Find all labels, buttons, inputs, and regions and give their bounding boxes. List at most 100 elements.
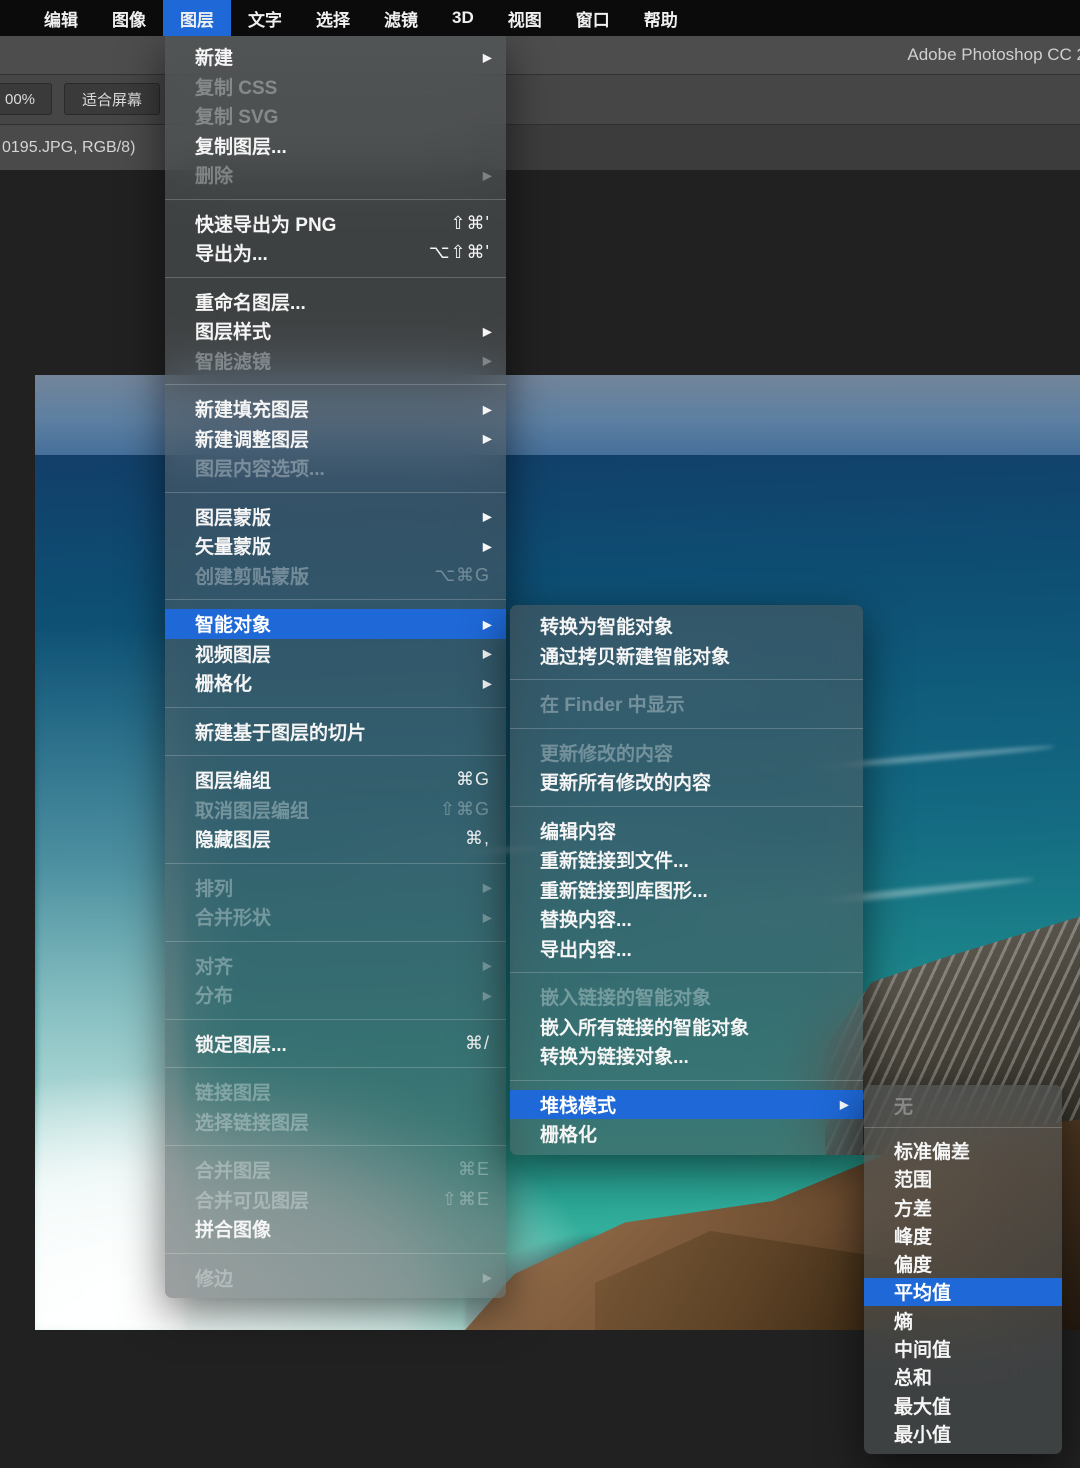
menu-item-update-all-modified-content[interactable]: 更新所有修改的内容: [510, 767, 863, 797]
menu-item-convert-to-smart-object[interactable]: 转换为智能对象: [510, 611, 863, 641]
menubar-item-layer[interactable]: 图层: [163, 0, 231, 36]
menubar-item-edit[interactable]: 编辑: [27, 0, 95, 36]
menu-item-convert-to-linked[interactable]: 转换为链接对象...: [510, 1041, 863, 1071]
menu-item-new-layer-based-slice[interactable]: 新建基于图层的切片: [165, 717, 506, 747]
menu-item-create-clipping-mask: 创建剪贴蒙版⌥⌘G: [165, 561, 506, 591]
menu-item-entropy[interactable]: 熵: [864, 1306, 1062, 1334]
menu-item-video-layers[interactable]: 视频图层▶: [165, 639, 506, 669]
submenu-arrow-icon: ▶: [483, 354, 492, 368]
menu-item-select-linked-layers: 选择链接图层: [165, 1107, 506, 1137]
menu-item-vector-mask[interactable]: 矢量蒙版▶: [165, 531, 506, 561]
menu-item-reveal-in-finder: 在 Finder 中显示: [510, 689, 863, 719]
menu-item-rasterize[interactable]: 栅格化: [510, 1119, 863, 1149]
menu-item-new-fill-layer[interactable]: 新建填充图层▶: [165, 394, 506, 424]
menu-separator: [510, 806, 863, 807]
menu-item-shortcut: ⌘G: [456, 769, 492, 790]
menubar-item-select[interactable]: 选择: [299, 0, 367, 36]
menu-item-kurtosis[interactable]: 峰度: [864, 1221, 1062, 1249]
menu-item-stack-mode[interactable]: 堆栈模式▶: [510, 1090, 863, 1120]
menu-item-label: 重新链接到库图形...: [540, 876, 708, 903]
menu-item-label: 导出为...: [195, 239, 268, 266]
menu-item-mean[interactable]: 平均值: [864, 1278, 1062, 1306]
menubar-item-help[interactable]: 帮助: [627, 0, 695, 36]
menu-item-label: 新建基于图层的切片: [195, 718, 366, 745]
menu-item-flatten-image[interactable]: 拼合图像: [165, 1214, 506, 1244]
menu-item-new-adjustment-layer[interactable]: 新建调整图层▶: [165, 424, 506, 454]
menu-item-label: 复制 CSS: [195, 73, 277, 100]
menu-item-group-layers[interactable]: 图层编组⌘G: [165, 765, 506, 795]
menu-item-label: 重新链接到文件...: [540, 846, 689, 873]
menu-item-export-contents[interactable]: 导出内容...: [510, 934, 863, 964]
menu-item-label: 新建: [195, 43, 233, 70]
menu-item-label: 标准偏差: [894, 1137, 970, 1164]
menu-item-label: 快速导出为 PNG: [195, 210, 336, 237]
menubar-item-type[interactable]: 文字: [231, 0, 299, 36]
menubar-item-view[interactable]: 视图: [491, 0, 559, 36]
menubar-item-3d[interactable]: 3D: [435, 0, 491, 36]
menu-item-hide-layers[interactable]: 隐藏图层⌘,: [165, 824, 506, 854]
menubar-item-filter[interactable]: 滤镜: [367, 0, 435, 36]
menu-item-rasterize[interactable]: 栅格化▶: [165, 668, 506, 698]
menu-item-minimum[interactable]: 最小值: [864, 1419, 1062, 1447]
menu-item-quick-export-png[interactable]: 快速导出为 PNG ⇧⌘': [165, 209, 506, 239]
title-bar: Adobe Photoshop CC 2: [0, 36, 1080, 75]
menu-item-none: 无: [864, 1091, 1062, 1119]
menu-item-lock-layers[interactable]: 锁定图层...⌘/: [165, 1029, 506, 1059]
menu-separator: [165, 755, 506, 756]
menu-item-skewness[interactable]: 偏度: [864, 1249, 1062, 1277]
menu-separator: [165, 1067, 506, 1068]
menu-separator: [165, 599, 506, 600]
menu-item-new-smart-object-via-copy[interactable]: 通过拷贝新建智能对象: [510, 641, 863, 671]
menu-item-label: 峰度: [894, 1222, 932, 1249]
menu-item-median[interactable]: 中间值: [864, 1334, 1062, 1362]
menu-item-merge-layers: 合并图层⌘E: [165, 1155, 506, 1185]
menu-separator: [510, 1080, 863, 1081]
menu-item-label: 智能滤镜: [195, 347, 271, 374]
menu-item-label: 图层蒙版: [195, 503, 271, 530]
menu-item-smart-objects[interactable]: 智能对象▶: [165, 609, 506, 639]
menu-item-maximum[interactable]: 最大值: [864, 1391, 1062, 1419]
menu-item-layer-style[interactable]: 图层样式▶: [165, 316, 506, 346]
menu-item-range[interactable]: 范围: [864, 1165, 1062, 1193]
menu-item-label: 对齐: [195, 952, 233, 979]
menu-separator: [165, 941, 506, 942]
menu-item-edit-contents[interactable]: 编辑内容: [510, 816, 863, 846]
menu-item-variance[interactable]: 方差: [864, 1193, 1062, 1221]
zoom-level-button[interactable]: 00%: [0, 83, 52, 115]
menu-item-label: 更新所有修改的内容: [540, 768, 711, 795]
menu-item-duplicate-layer[interactable]: 复制图层...: [165, 131, 506, 161]
menu-item-rename-layer[interactable]: 重命名图层...: [165, 287, 506, 317]
document-tab-strip: 0195.JPG, RGB/8): [0, 125, 1080, 170]
app-title: Adobe Photoshop CC 2: [907, 45, 1080, 65]
menu-item-label: 通过拷贝新建智能对象: [540, 642, 730, 669]
menu-item-summation[interactable]: 总和: [864, 1363, 1062, 1391]
submenu-arrow-icon: ▶: [483, 647, 492, 661]
submenu-arrow-icon: ▶: [483, 510, 492, 524]
menu-item-distribute: 分布▶: [165, 980, 506, 1010]
menu-item-label: 无: [894, 1092, 913, 1119]
menu-item-replace-contents[interactable]: 替换内容...: [510, 904, 863, 934]
menu-item-layer-mask[interactable]: 图层蒙版 ▶: [165, 502, 506, 532]
menu-item-export-as[interactable]: 导出为... ⌥⇧⌘': [165, 238, 506, 268]
menu-item-relink-to-library-graphic[interactable]: 重新链接到库图形...: [510, 875, 863, 905]
menu-item-new[interactable]: 新建▶: [165, 42, 506, 72]
menu-item-label: 嵌入所有链接的智能对象: [540, 1013, 749, 1040]
menu-item-label: 删除: [195, 161, 233, 188]
menubar-item-window[interactable]: 窗口: [559, 0, 627, 36]
menu-item-relink-to-file[interactable]: 重新链接到文件...: [510, 845, 863, 875]
menubar-item-image[interactable]: 图像: [95, 0, 163, 36]
menu-item-label: 中间值: [894, 1335, 951, 1362]
menu-item-standard-deviation[interactable]: 标准偏差: [864, 1136, 1062, 1164]
menu-item-embed-all-linked[interactable]: 嵌入所有链接的智能对象: [510, 1012, 863, 1042]
fit-screen-button[interactable]: 适合屏幕: [64, 83, 160, 115]
submenu-arrow-icon: ▶: [483, 168, 492, 182]
menu-item-label: 方差: [894, 1194, 932, 1221]
menu-item-label: 栅格化: [540, 1120, 597, 1147]
menu-item-label: 编辑内容: [540, 817, 616, 844]
menu-item-shortcut: ⇧⌘': [450, 213, 492, 234]
menu-item-label: 链接图层: [195, 1078, 271, 1105]
menu-item-label: 复制 SVG: [195, 102, 278, 129]
menu-item-merge-visible-layers: 合并可见图层⇧⌘E: [165, 1185, 506, 1215]
menu-item-shortcut: ⌥⇧⌘': [429, 242, 492, 263]
menu-item-label: 选择链接图层: [195, 1108, 309, 1135]
